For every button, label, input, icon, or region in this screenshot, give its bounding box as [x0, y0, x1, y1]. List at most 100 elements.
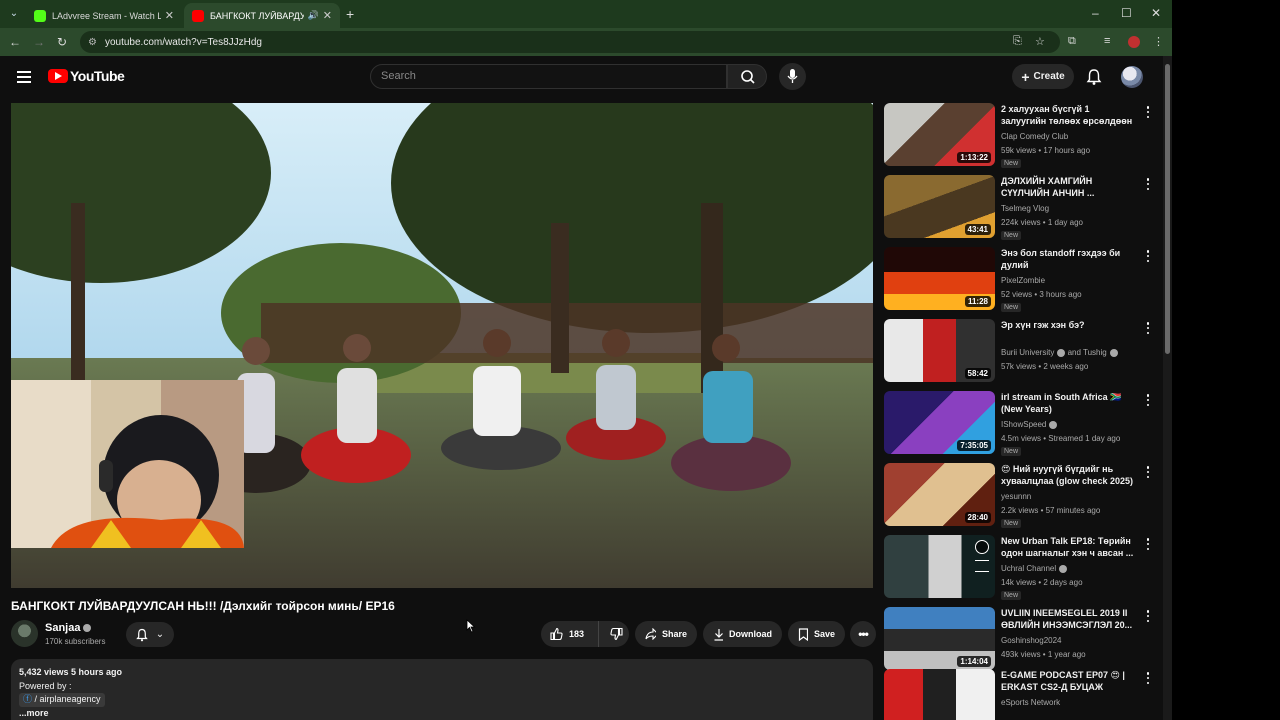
recommendation-title[interactable]: New Urban Talk EP18: Төрийн одон шагналы…	[1001, 535, 1137, 559]
scrollbar-thumb[interactable]	[1165, 64, 1170, 354]
channel-avatar[interactable]	[11, 620, 38, 647]
recommendation-channel[interactable]: IShowSpeed	[1001, 420, 1058, 429]
recommendation-title[interactable]: ДЭЛХИЙН ХАМГИЙН СҮҮЛЧИЙН АНЧИН ...	[1001, 175, 1137, 199]
recommendation-channel[interactable]: Tselmeg Vlog	[1001, 204, 1049, 213]
vertical-dots-icon[interactable]	[1144, 105, 1152, 119]
minimize-button[interactable]: –	[1092, 6, 1099, 20]
user-avatar[interactable]	[1121, 66, 1143, 88]
description-box[interactable]: 5,432 views 5 hours ago Powered by : ⓕ /…	[11, 659, 873, 720]
browser-menu-icon[interactable]: ⋮	[1153, 35, 1164, 48]
search-input[interactable]: Search	[370, 64, 727, 89]
voice-search-button[interactable]	[779, 63, 806, 90]
save-button[interactable]: Save	[788, 621, 845, 647]
recommendation-channel[interactable]: PixelZombie	[1001, 276, 1045, 285]
add-to-queue-icon[interactable]	[975, 560, 989, 572]
back-arrow-icon[interactable]: ←	[9, 35, 21, 49]
forward-arrow-icon[interactable]: →	[33, 35, 45, 49]
tab-youtube[interactable]: БАНГКОКТ ЛУЙВАРДУУЛС 🔊 ✕	[184, 3, 340, 28]
site-info-icon[interactable]: ⚙	[88, 37, 97, 48]
media-control-icon[interactable]: ≡	[1104, 35, 1110, 47]
recommendation-views: 14k views • 2 days ago	[1001, 578, 1083, 587]
url-field[interactable]: ⚙ youtube.com/watch?v=Tes8JJzHdg	[80, 31, 1060, 53]
recommendation-item[interactable]: 43:41 ДЭЛХИЙН ХАМГИЙН СҮҮЛЧИЙН АНЧИН ...…	[884, 175, 1164, 241]
browser-window: ⌄ LAdvvree Stream - Watch Live o ✕ БАНГК…	[0, 0, 1172, 720]
description-link-text: / airplaneagency	[34, 694, 101, 704]
download-button[interactable]: Download	[703, 621, 782, 647]
watch-later-clock-icon[interactable]	[975, 540, 989, 554]
video-thumbnail[interactable]	[884, 535, 995, 598]
search-button[interactable]	[727, 64, 767, 89]
profile-icon[interactable]	[1128, 36, 1140, 48]
tab-search-button[interactable]: ⌄	[6, 6, 22, 22]
speaker-icon[interactable]: 🔊	[308, 10, 319, 21]
recommendation-title[interactable]: irl stream in South Africa 🇿🇦 (New Years…	[1001, 391, 1137, 415]
video-thumbnail[interactable]: 58:42	[884, 319, 995, 382]
reload-icon[interactable]: ↻	[57, 35, 67, 49]
recommendation-channel[interactable]: Clap Comedy Club	[1001, 132, 1068, 141]
recommendation-title[interactable]: 2 халуухан бүсгүй 1 залуугийн төлөөх өрс…	[1001, 103, 1137, 127]
close-tab-icon[interactable]: ✕	[323, 9, 332, 22]
vertical-dots-icon[interactable]	[1144, 393, 1152, 407]
recommendation-channel[interactable]: yesunnn	[1001, 492, 1031, 501]
vertical-dots-icon[interactable]	[1144, 537, 1152, 551]
recommendation-item[interactable]: 58:42 Эр хүн гэж хэн бэ? Burii Universit…	[884, 319, 1164, 385]
webcam-overlay	[11, 380, 244, 548]
recommendation-title[interactable]: Эр хүн гэж хэн бэ?	[1001, 319, 1137, 331]
extensions-icon[interactable]: ⧉	[1068, 35, 1076, 48]
hamburger-menu-icon[interactable]	[17, 71, 31, 83]
recommendation-channel[interactable]: Uchral Channel	[1001, 564, 1068, 573]
recommendation-item[interactable]: 11:28 Энэ бол standoff гэхдээ би дулий P…	[884, 247, 1164, 313]
close-tab-icon[interactable]: ✕	[165, 9, 174, 22]
video-thumbnail[interactable]: 11:28	[884, 247, 995, 310]
channel-name[interactable]: Sanjaa	[45, 622, 92, 634]
video-thumbnail[interactable]: 43:41	[884, 175, 995, 238]
video-thumbnail[interactable]: 1:14:04	[884, 607, 995, 670]
like-button[interactable]: 183	[541, 621, 599, 647]
recommendation-views: 59k views • 17 hours ago	[1001, 146, 1091, 155]
more-actions-button[interactable]: •••	[850, 621, 876, 647]
maximize-button[interactable]: ☐	[1121, 6, 1132, 20]
vertical-dots-icon[interactable]	[1144, 609, 1152, 623]
share-button[interactable]: Share	[635, 621, 697, 647]
recommendation-item[interactable]: 28:40 😍 Ний нуугүй бүгдийг нь хуваалцлаа…	[884, 463, 1164, 529]
recommendation-item[interactable]: New Urban Talk EP18: Төрийн одон шагналы…	[884, 535, 1164, 601]
recommendation-title[interactable]: E-GAME PODCAST EP07 😍 | ERKAST CS2-Д БУЦ…	[1001, 669, 1137, 693]
save-label: Save	[813, 629, 835, 639]
recommendation-title[interactable]: Энэ бол standoff гэхдээ би дулий	[1001, 247, 1137, 271]
recommendation-title[interactable]: UVLIIN INEEMSEGLEL 2019 II ӨВЛИЙН ИНЭЭМС…	[1001, 607, 1137, 631]
video-player[interactable]	[11, 103, 873, 588]
recommendation-channel[interactable]: Burii University and Tushig	[1001, 348, 1118, 357]
recommendation-views: 224k views • 1 day ago	[1001, 218, 1083, 227]
install-app-icon[interactable]: ⎘	[1013, 35, 1022, 48]
create-button[interactable]: + Create	[1012, 64, 1074, 89]
show-more-link[interactable]: ...more	[19, 707, 865, 720]
new-tab-button[interactable]: +	[346, 6, 354, 22]
video-thumbnail[interactable]: 28:40	[884, 463, 995, 526]
dislike-button[interactable]	[605, 621, 629, 647]
close-window-button[interactable]: ✕	[1151, 6, 1161, 20]
tab-title: LAdvvree Stream - Watch Live o	[52, 10, 161, 21]
subscription-bell-button[interactable]: ⌄	[126, 622, 174, 647]
vertical-dots-icon[interactable]	[1144, 465, 1152, 479]
recommendation-item[interactable]: E-GAME PODCAST EP07 😍 | ERKAST CS2-Д БУЦ…	[884, 669, 1164, 720]
vertical-dots-icon[interactable]	[1144, 321, 1152, 335]
vertical-dots-icon[interactable]	[1144, 249, 1152, 263]
recommendation-item[interactable]: 1:13:22 2 халуухан бүсгүй 1 залуугийн тө…	[884, 103, 1164, 169]
recommendation-item[interactable]: 1:14:04 UVLIIN INEEMSEGLEL 2019 II ӨВЛИЙ…	[884, 607, 1164, 673]
recommendation-item[interactable]: 7:35:05 irl stream in South Africa 🇿🇦 (N…	[884, 391, 1164, 457]
page-scrollbar[interactable]	[1163, 56, 1172, 720]
youtube-logo[interactable]: YouTube	[48, 68, 125, 84]
bookmark-star-icon[interactable]: ☆	[1035, 35, 1045, 48]
facebook-icon: ⓕ	[23, 694, 35, 704]
vertical-dots-icon[interactable]	[1144, 671, 1152, 685]
tab-kick[interactable]: LAdvvree Stream - Watch Live o ✕	[26, 3, 182, 28]
description-hashtag-link[interactable]: ⓕ / airplaneagency	[19, 693, 105, 707]
video-thumbnail[interactable]: 1:13:22	[884, 103, 995, 166]
video-thumbnail[interactable]	[884, 669, 995, 720]
video-thumbnail[interactable]: 7:35:05	[884, 391, 995, 454]
recommendation-title[interactable]: 😍 Ний нуугүй бүгдийг нь хуваалцлаа (glow…	[1001, 463, 1137, 487]
recommendation-channel[interactable]: Goshinshog2024	[1001, 636, 1062, 645]
notifications-bell-icon[interactable]	[1086, 68, 1102, 91]
vertical-dots-icon[interactable]	[1144, 177, 1152, 191]
recommendation-channel[interactable]: eSports Network	[1001, 698, 1060, 707]
